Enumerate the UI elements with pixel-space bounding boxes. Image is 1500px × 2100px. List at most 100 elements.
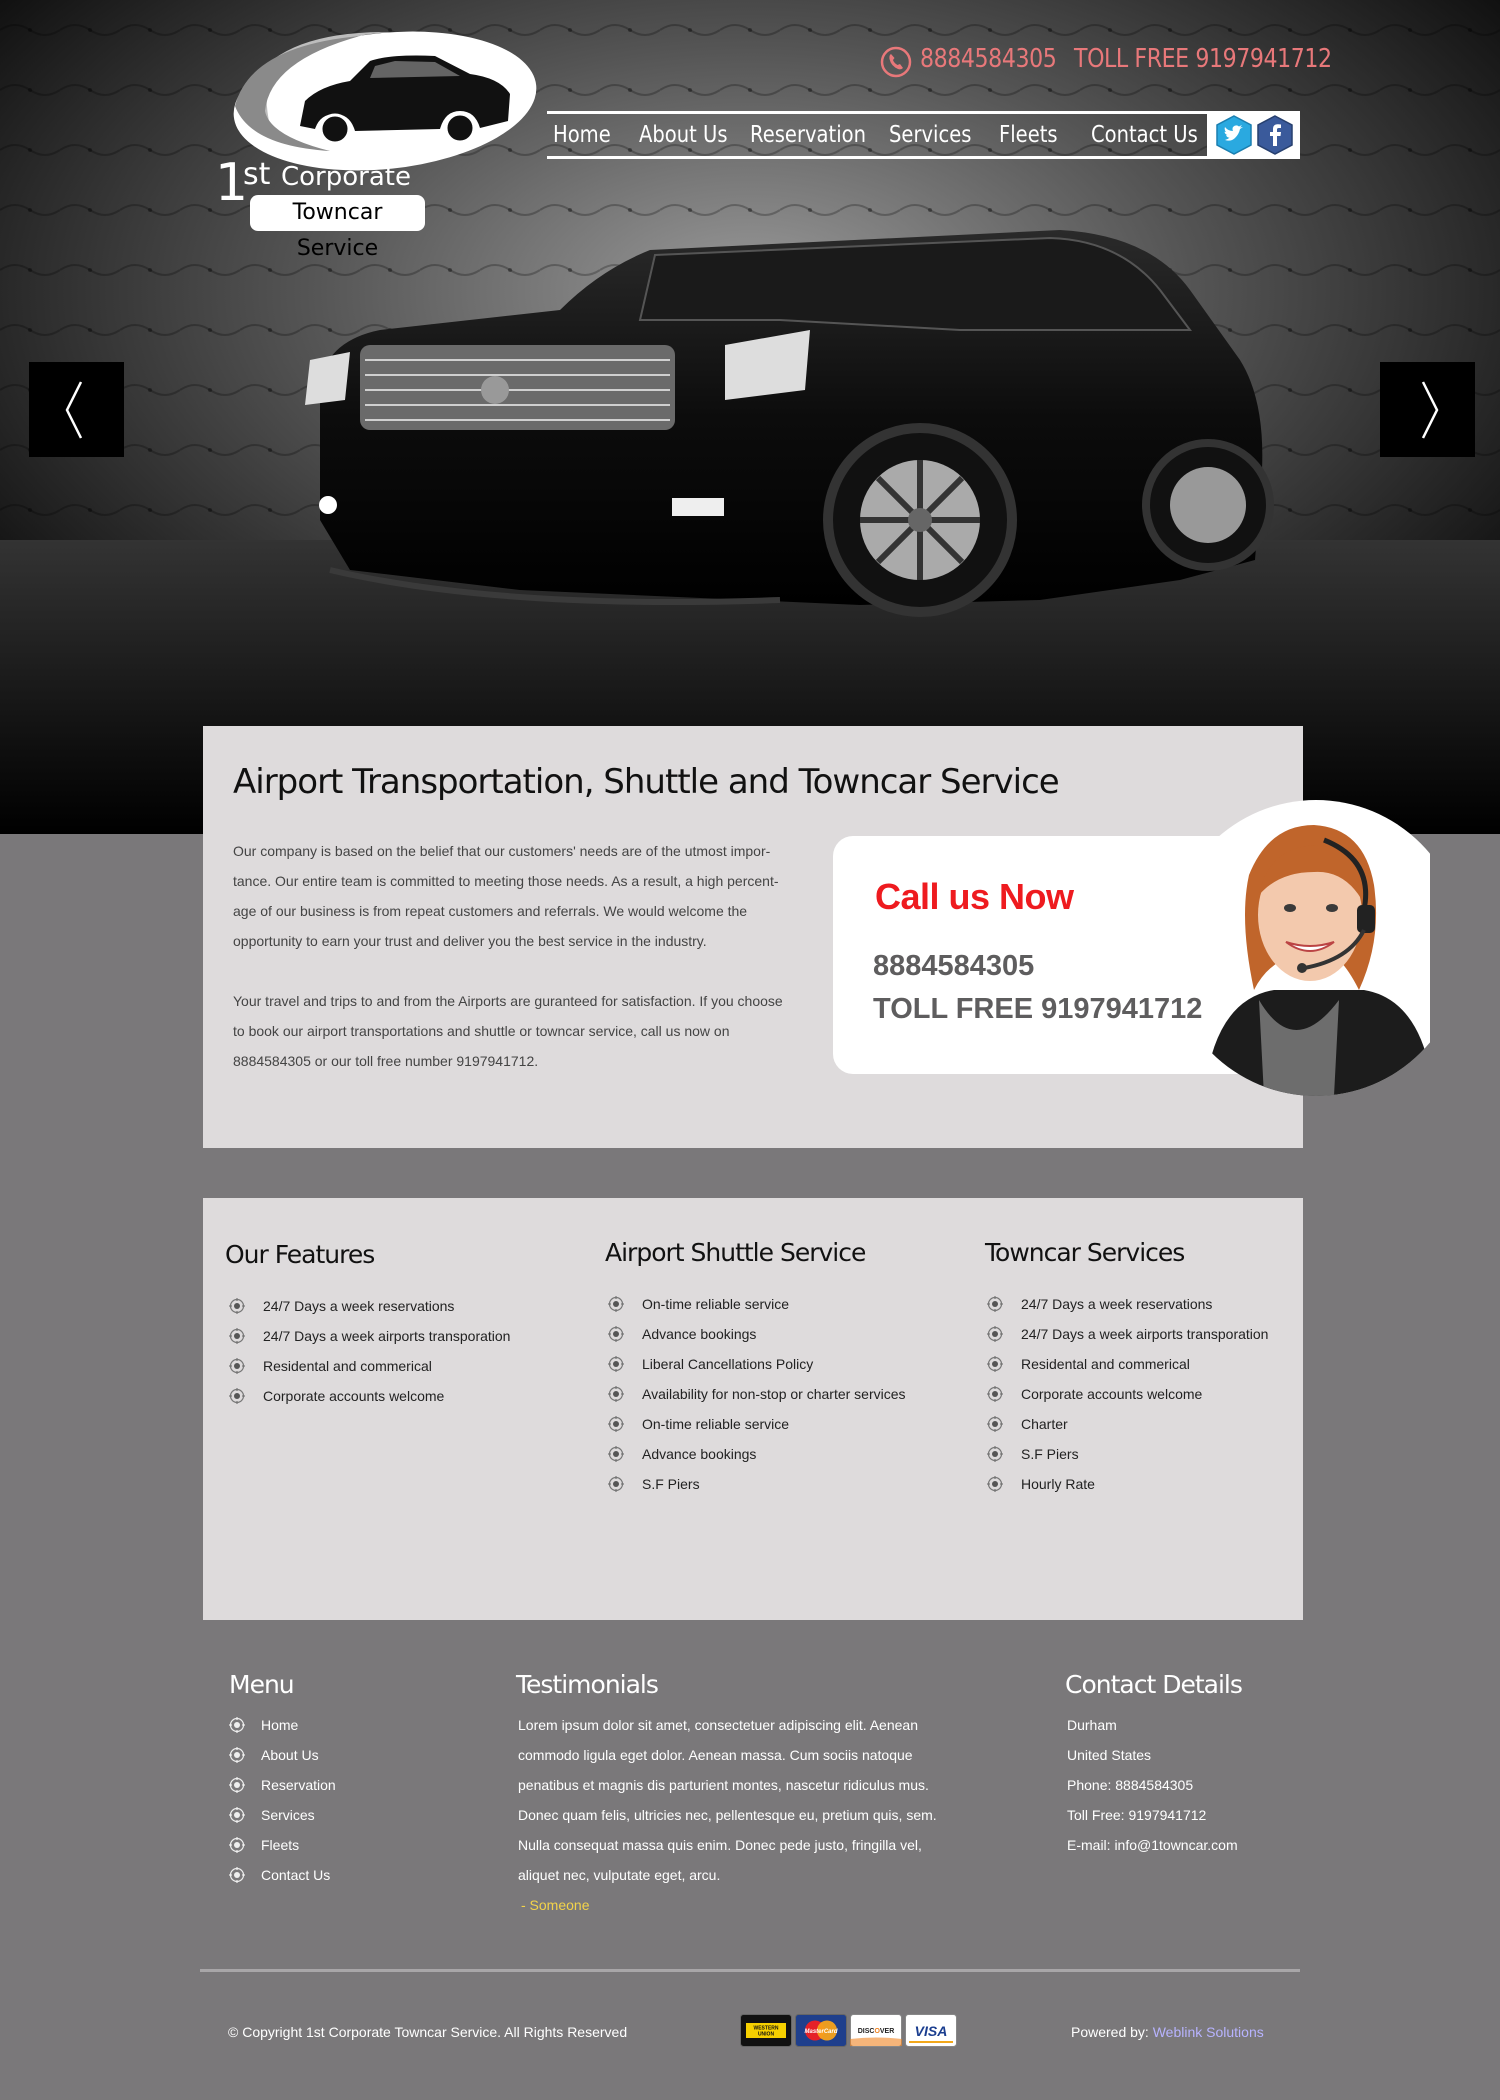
shuttle-title: Airport Shuttle Service: [605, 1238, 866, 1267]
footer-menu-contact-us[interactable]: Contact Us: [229, 1860, 336, 1890]
list-item-label: 24/7 Days a week airports transporation: [1021, 1326, 1269, 1342]
footer-menu-label: Home: [261, 1717, 299, 1733]
list-item-label: Corporate accounts welcome: [263, 1388, 445, 1404]
footer-menu-home[interactable]: Home: [229, 1710, 336, 1740]
footer-menu-label: Contact Us: [261, 1867, 331, 1883]
powered-by-label: Powered by:: [1071, 2024, 1153, 2040]
intro-title: Airport Transportation, Shuttle and Town…: [233, 762, 1060, 802]
logo-ordinal-suffix: st: [243, 157, 271, 192]
list-item-label: S.F Piers: [1021, 1446, 1079, 1462]
towncar-list: 24/7 Days a week reservations 24/7 Days …: [987, 1289, 1268, 1499]
bullet-icon: [987, 1386, 1003, 1402]
footer-menu-reservation[interactable]: Reservation: [229, 1770, 336, 1800]
bullet-icon: [987, 1326, 1003, 1342]
nav-divider-bottom: [547, 156, 1300, 159]
list-item-label: Advance bookings: [642, 1326, 757, 1342]
nav-fleets[interactable]: Fleets: [999, 118, 1058, 152]
testimonial-text: Lorem ipsum dolor sit amet, consectetuer…: [518, 1717, 937, 1883]
list-item: 24/7 Days a week airports transporation: [987, 1319, 1268, 1349]
nav-about-us[interactable]: About Us: [639, 118, 728, 152]
list-item-label: Liberal Cancellations Policy: [642, 1356, 814, 1372]
list-item: Charter: [987, 1409, 1268, 1439]
footer-menu-fleets[interactable]: Fleets: [229, 1830, 336, 1860]
footer-menu-title: Menu: [229, 1670, 295, 1699]
list-item-label: Advance bookings: [642, 1446, 757, 1462]
call-us-tollfree[interactable]: TOLL FREE 9197941712: [873, 993, 1202, 1026]
bullet-icon: [229, 1867, 245, 1883]
contact-email[interactable]: E-mail: info@1towncar.com: [1067, 1830, 1238, 1860]
nav-services[interactable]: Services: [889, 118, 971, 152]
facebook-icon[interactable]: [1255, 115, 1295, 155]
support-agent-image: [1168, 800, 1430, 1096]
bullet-icon: [987, 1476, 1003, 1492]
bullet-icon: [229, 1358, 245, 1374]
footer-menu-label: About Us: [261, 1747, 319, 1763]
western-union-icon: WESTERN UNION: [740, 2014, 792, 2047]
intro-paragraph-1: Our company is based on the belief that …: [233, 843, 779, 949]
bullet-icon: [229, 1298, 245, 1314]
twitter-icon[interactable]: [1214, 115, 1254, 155]
list-item: On-time reliable service: [608, 1409, 906, 1439]
bullet-icon: [608, 1356, 624, 1372]
bullet-icon: [229, 1328, 245, 1344]
call-us-title: Call us Now: [875, 876, 1074, 917]
list-item-label: Residental and commerical: [263, 1358, 432, 1374]
list-item-label: S.F Piers: [642, 1476, 700, 1492]
svg-text:MasterCard: MasterCard: [804, 2029, 837, 2035]
contact-country: United States: [1067, 1747, 1152, 1763]
powered-by-link[interactable]: Weblink Solutions: [1153, 2024, 1264, 2040]
slider-next-button[interactable]: [1380, 362, 1475, 457]
list-item-label: 24/7 Days a week reservations: [263, 1298, 455, 1314]
header-phone[interactable]: 8884584305: [920, 44, 1057, 74]
towncar-title: Towncar Services: [985, 1238, 1185, 1267]
bullet-icon: [229, 1777, 245, 1793]
nav-reservation[interactable]: Reservation: [750, 118, 866, 152]
list-item-label: On-time reliable service: [642, 1416, 790, 1432]
shuttle-list: On-time reliable service Advance booking…: [608, 1289, 906, 1499]
list-item-label: 24/7 Days a week airports transporation: [263, 1328, 511, 1344]
bullet-icon: [608, 1416, 624, 1432]
bullet-icon: [608, 1296, 624, 1312]
footer-menu-about-us[interactable]: About Us: [229, 1740, 336, 1770]
svg-text:UNION: UNION: [758, 2032, 775, 2038]
list-item: Advance bookings: [608, 1319, 906, 1349]
contact-tollfree: Toll Free: 9197941712: [1067, 1807, 1207, 1823]
bullet-icon: [608, 1386, 624, 1402]
list-item: S.F Piers: [987, 1439, 1268, 1469]
nav-home[interactable]: Home: [553, 118, 611, 152]
powered-by: Powered by: Weblink Solutions: [1071, 2017, 1264, 2047]
list-item: Advance bookings: [608, 1439, 906, 1469]
phone-icon: [880, 46, 912, 78]
list-item: Corporate accounts welcome: [229, 1381, 510, 1411]
footer-menu-services[interactable]: Services: [229, 1800, 336, 1830]
svg-text:DISCOVER: DISCOVER: [858, 2028, 895, 2035]
list-item-label: Charter: [1021, 1416, 1068, 1432]
list-item: Hourly Rate: [987, 1469, 1268, 1499]
visa-icon: VISA: [905, 2014, 957, 2047]
bullet-icon: [987, 1446, 1003, 1462]
list-item-label: 24/7 Days a week reservations: [1021, 1296, 1213, 1312]
bullet-icon: [229, 1837, 245, 1853]
list-item: Liberal Cancellations Policy: [608, 1349, 906, 1379]
chevron-left-icon: [65, 381, 83, 439]
bullet-icon: [229, 1807, 245, 1823]
list-item-label: Hourly Rate: [1021, 1476, 1095, 1492]
list-item: Residental and commerical: [987, 1349, 1268, 1379]
features-title: Our Features: [225, 1240, 375, 1269]
nav-contact-us[interactable]: Contact Us: [1091, 118, 1198, 152]
call-us-phone[interactable]: 8884584305: [873, 950, 1034, 983]
nav-divider-top: [547, 111, 1300, 114]
list-item: Availability for non-stop or charter ser…: [608, 1379, 906, 1409]
list-item: 24/7 Days a week reservations: [229, 1291, 510, 1321]
bullet-icon: [229, 1717, 245, 1733]
header-tollfree[interactable]: TOLL FREE 9197941712: [1074, 44, 1332, 74]
slider-prev-button[interactable]: [29, 362, 124, 457]
bullet-icon: [987, 1416, 1003, 1432]
discover-icon: DISCOVER: [850, 2014, 902, 2047]
bullet-icon: [229, 1388, 245, 1404]
list-item-label: Availability for non-stop or charter ser…: [642, 1386, 906, 1402]
bullet-icon: [987, 1296, 1003, 1312]
footer-divider: [200, 1969, 1300, 1972]
copyright: © Copyright 1st Corporate Towncar Servic…: [228, 2024, 628, 2040]
contact-details-title: Contact Details: [1065, 1670, 1243, 1699]
